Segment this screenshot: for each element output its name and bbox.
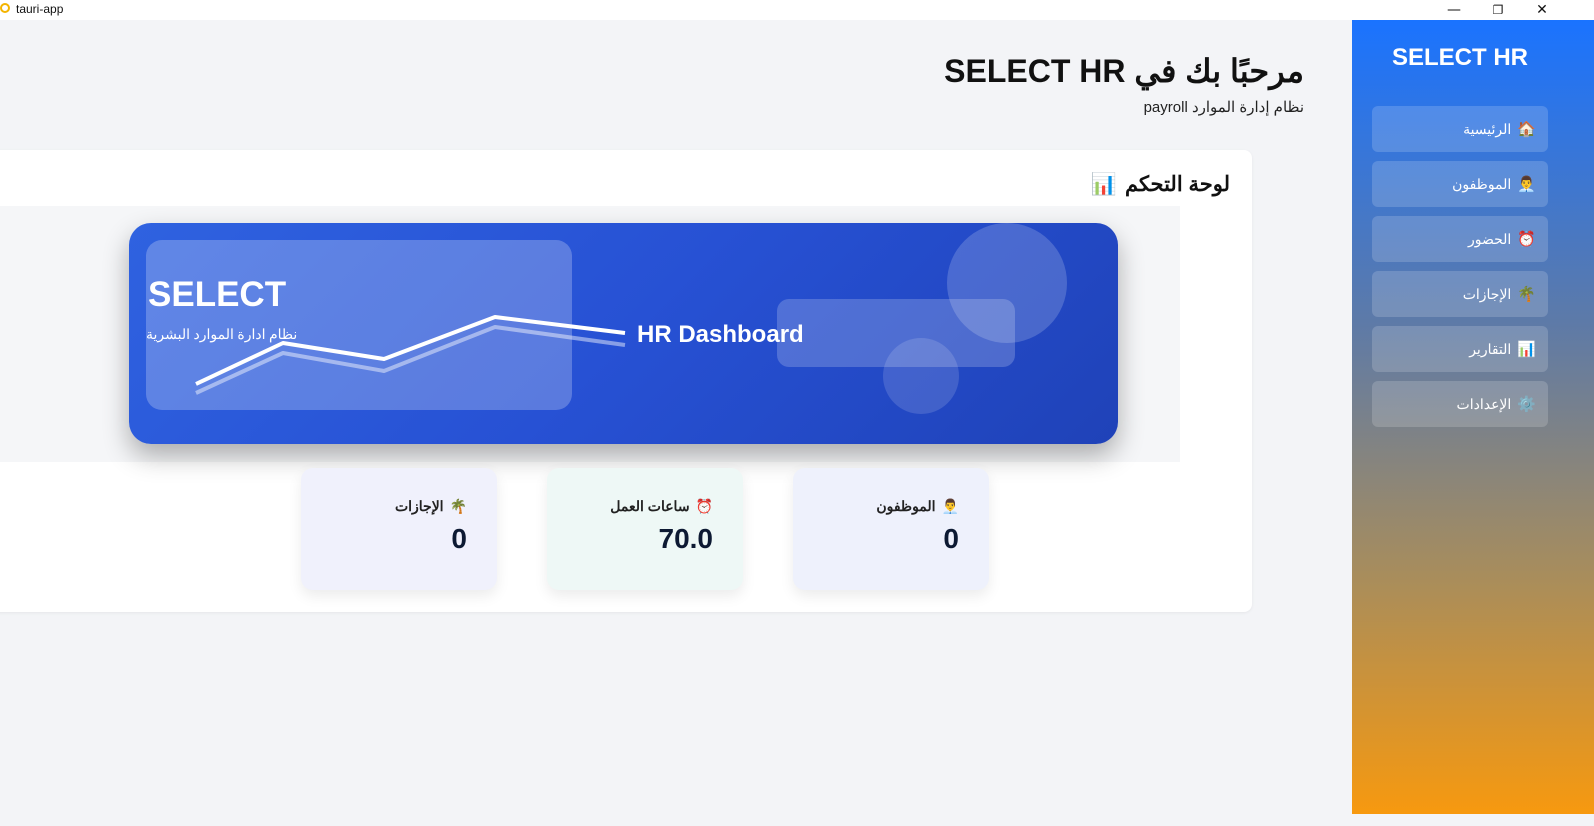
restore-icon: ❐ [1492,3,1504,17]
employee-icon: 👨‍💼 [1517,176,1536,193]
sidebar: SELECT HR الرئيسية 🏠 الموظفون 👨‍💼 الحضور… [1352,20,1594,814]
bar-chart-icon: 📊 [1517,341,1536,358]
sidebar-item-label: الرئيسية [1463,120,1512,137]
stat-label: 🌴 الإجازات [301,498,467,515]
gear-icon: ⚙️ [1517,396,1536,413]
restore-button[interactable]: ❐ [1476,0,1520,20]
app-icon [0,3,10,13]
sidebar-item-settings[interactable]: الإعدادات ⚙️ [1372,381,1548,427]
dashboard-card: لوحة التحكم 📊 SELECT نظام ادارة الموارد … [0,150,1252,612]
stat-value: 70.0 [658,523,714,554]
banner-tagline: نظام ادارة الموارد البشرية [146,328,298,343]
window-title: tauri-app [16,2,64,16]
palm-tree-icon: 🌴 [1517,286,1536,303]
sidebar-item-label: التقارير [1469,340,1512,357]
stat-label-text: ساعات العمل [610,498,690,514]
stat-label-text: الموظفون [876,498,936,514]
stat-card-work-hours: ⏰ ساعات العمل 70.0 [547,468,743,590]
employee-icon: 👨‍💼 [941,498,959,514]
sidebar-item-label: الحضور [1467,230,1512,247]
sidebar-brand: SELECT HR [1391,44,1528,71]
hr-banner: SELECT نظام ادارة الموارد البشرية HR Das… [129,223,1118,444]
sidebar-item-label: الإجازات [1462,285,1512,302]
close-icon: ✕ [1536,2,1548,18]
stat-label: ⏰ ساعات العمل [547,498,713,515]
minimize-button[interactable]: — [1432,0,1476,20]
minimize-icon: — [1447,2,1461,18]
alarm-clock-icon: ⏰ [695,498,713,514]
stat-value: 0 [943,523,959,554]
alarm-clock-icon: ⏰ [1517,231,1536,248]
page-subtitle: نظام إدارة الموارد payroll [1143,99,1304,116]
dashboard-title-label: لوحة التحكم [1124,173,1230,196]
sidebar-item-home[interactable]: الرئيسية 🏠 [1372,106,1548,152]
sidebar-item-attendance[interactable]: الحضور ⏰ [1372,216,1548,262]
close-button[interactable]: ✕ [1520,0,1564,20]
stat-card-leaves: 🌴 الإجازات 0 [301,468,497,590]
page-title: مرحبًا بك في SELECT HR [944,53,1304,89]
sidebar-item-leaves[interactable]: الإجازات 🌴 [1372,271,1548,317]
stat-label-text: الإجازات [394,498,444,514]
bar-chart-icon: 📊 [1090,172,1117,196]
stat-value: 0 [451,523,467,554]
title-bar: tauri-app — ❐ ✕ [0,0,1594,20]
sidebar-item-label: الإعدادات [1456,395,1512,412]
stat-card-employees: 👨‍💼 الموظفون 0 [793,468,989,590]
banner-brand: SELECT [148,275,287,314]
dashboard-title: لوحة التحكم 📊 [1091,172,1230,197]
banner-caption: HR Dashboard [637,321,804,348]
sidebar-item-employees[interactable]: الموظفون 👨‍💼 [1372,161,1548,207]
stat-label: 👨‍💼 الموظفون [793,498,959,515]
sidebar-item-reports[interactable]: التقارير 📊 [1372,326,1548,372]
banner-container: SELECT نظام ادارة الموارد البشرية HR Das… [0,206,1180,462]
sidebar-item-label: الموظفون [1452,175,1512,192]
house-icon: 🏠 [1517,121,1536,138]
palm-tree-icon: 🌴 [449,498,467,514]
